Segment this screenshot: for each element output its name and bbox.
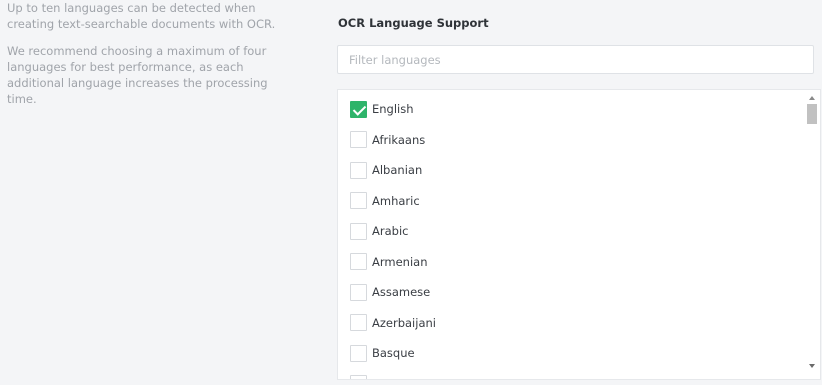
language-option[interactable]: Assamese — [350, 283, 430, 301]
language-option[interactable] — [350, 375, 372, 379]
help-paragraph-recommendation: We recommend choosing a maximum of four … — [7, 44, 268, 106]
language-option[interactable]: Basque — [350, 344, 415, 362]
language-label: Afrikaans — [372, 132, 426, 147]
language-option[interactable]: Amharic — [350, 192, 420, 210]
language-label: Basque — [372, 346, 415, 360]
checkbox-checked-icon[interactable] — [350, 100, 367, 118]
language-option[interactable]: Albanian — [350, 161, 422, 179]
scroll-up-icon[interactable] — [809, 96, 815, 100]
checkbox-icon[interactable] — [350, 222, 367, 240]
language-list-box[interactable]: English Afrikaans Albanian Amharic Arabic Arm… — [337, 89, 821, 380]
language-option[interactable]: Arabic — [350, 222, 408, 240]
filter-languages-input[interactable] — [337, 45, 814, 74]
scroll-down-icon[interactable] — [809, 364, 815, 368]
language-option[interactable]: English — [350, 100, 414, 118]
checkbox-icon[interactable] — [350, 283, 367, 301]
language-option[interactable]: Armenian — [350, 253, 428, 271]
language-label: Armenian — [372, 254, 428, 269]
language-label: Assamese — [372, 285, 431, 299]
language-label: Amharic — [372, 193, 420, 208]
checkbox-icon[interactable] — [350, 375, 367, 379]
language-option[interactable]: Afrikaans — [350, 131, 425, 149]
language-option[interactable]: Azerbaijani — [350, 314, 436, 332]
language-label: Albanian — [372, 163, 423, 177]
language-label: Azerbaijani — [372, 315, 436, 330]
scrollbar[interactable] — [804, 90, 820, 379]
help-paragraph-detection: Up to ten languages can be detected when… — [7, 1, 276, 31]
language-label: Arabic — [372, 224, 409, 238]
section-title: OCR Language Support — [338, 16, 489, 30]
checkbox-icon[interactable] — [350, 161, 367, 179]
checkbox-icon[interactable] — [350, 314, 367, 331]
ocr-settings-panel: Up to ten languages can be detected when… — [0, 0, 822, 385]
checkbox-icon[interactable] — [350, 131, 367, 148]
language-label: English — [372, 102, 414, 116]
checkbox-icon[interactable] — [350, 344, 367, 362]
checkbox-icon[interactable] — [350, 192, 367, 209]
checkbox-icon[interactable] — [350, 253, 367, 270]
help-text: Up to ten languages can be detected when… — [7, 0, 287, 118]
scrollbar-thumb[interactable] — [807, 104, 817, 124]
